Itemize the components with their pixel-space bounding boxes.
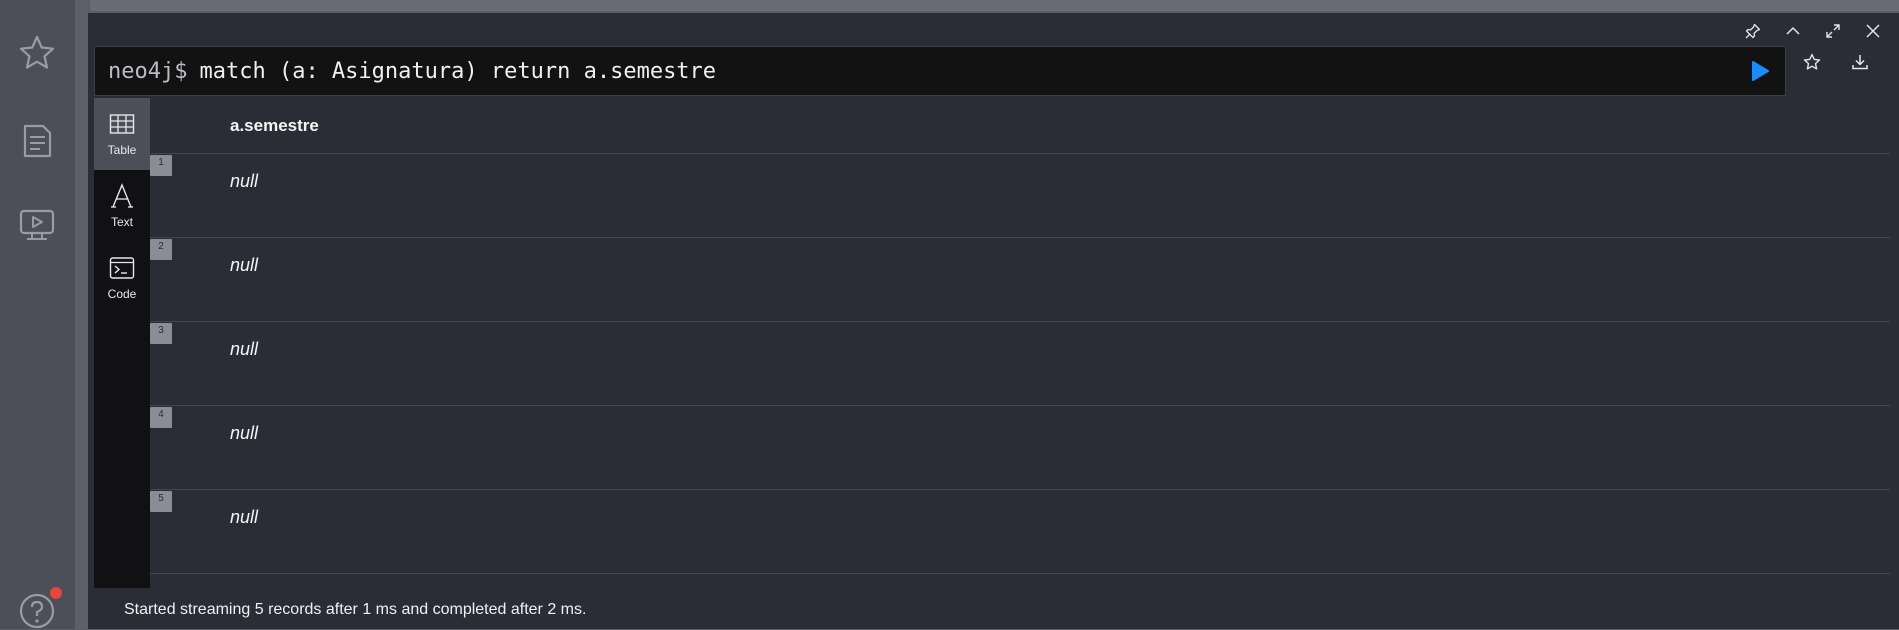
- tab-text[interactable]: Text: [94, 170, 150, 242]
- sidebar-documents[interactable]: [18, 122, 56, 160]
- cell-value: null: [230, 255, 259, 275]
- cell-value: null: [230, 507, 259, 527]
- cell-value: null: [230, 339, 259, 359]
- help-icon: [19, 593, 55, 629]
- download-icon: [1852, 55, 1868, 70]
- sidebar-divider: [75, 0, 88, 629]
- sidebar-favorites[interactable]: [18, 34, 56, 72]
- view-switcher: Table Text Code: [94, 98, 150, 588]
- tab-code[interactable]: Code: [94, 242, 150, 314]
- tab-code-label: Code: [107, 287, 137, 301]
- chevron-up-icon: [1786, 26, 1800, 35]
- tab-table[interactable]: Table: [94, 98, 150, 170]
- table-row: 1 null: [150, 154, 1890, 238]
- star-icon: [1803, 53, 1821, 70]
- sidebar-help[interactable]: [18, 592, 56, 630]
- collapse-button[interactable]: [1781, 19, 1805, 43]
- pin-button[interactable]: [1741, 19, 1765, 43]
- editor-actions: [1800, 50, 1872, 74]
- notification-badge: [50, 587, 62, 599]
- left-sidebar: [0, 0, 88, 630]
- previous-frame-edge: [88, 0, 1899, 12]
- tab-table-label: Table: [107, 143, 137, 157]
- text-icon: [111, 183, 133, 208]
- row-index: 3: [150, 323, 172, 344]
- row-index: 4: [150, 407, 172, 428]
- star-icon: [19, 35, 55, 69]
- document-icon: [23, 124, 52, 158]
- status-message: Started streaming 5 records after 1 ms a…: [124, 601, 587, 618]
- sidebar-guides[interactable]: [18, 206, 56, 244]
- row-index: 1: [150, 155, 172, 176]
- run-icon[interactable]: [1749, 60, 1771, 82]
- cell-value: null: [230, 423, 259, 443]
- code-icon: [109, 257, 135, 279]
- frame-controls: [1741, 19, 1885, 43]
- close-button[interactable]: [1861, 19, 1885, 43]
- result-table: a.semestre 1 null 2 null 3 null 4 null 5…: [150, 98, 1890, 588]
- column-header: a.semestre: [150, 98, 1890, 154]
- pin-icon: [1745, 23, 1761, 39]
- row-index: 2: [150, 239, 172, 260]
- tab-text-label: Text: [110, 215, 133, 229]
- favorite-query-button[interactable]: [1800, 50, 1824, 74]
- table-icon: [109, 114, 135, 134]
- table-row: 3 null: [150, 322, 1890, 406]
- query-editor[interactable]: neo4j$ match (a: Asignatura) return a.se…: [94, 46, 1786, 96]
- table-row: 2 null: [150, 238, 1890, 322]
- table-row: 4 null: [150, 406, 1890, 490]
- query-text[interactable]: match (a: Asignatura) return a.semestre: [199, 59, 716, 84]
- result-frame: neo4j$ match (a: Asignatura) return a.se…: [88, 13, 1899, 629]
- download-button[interactable]: [1848, 50, 1872, 74]
- expand-icon: [1826, 24, 1840, 38]
- close-icon: [1866, 24, 1880, 38]
- monitor-play-icon: [19, 209, 55, 240]
- fullscreen-button[interactable]: [1821, 19, 1845, 43]
- editor-prompt: neo4j$: [108, 58, 188, 84]
- row-index: 5: [150, 491, 172, 512]
- cell-value: null: [230, 171, 259, 191]
- table-row: 5 null: [150, 490, 1890, 574]
